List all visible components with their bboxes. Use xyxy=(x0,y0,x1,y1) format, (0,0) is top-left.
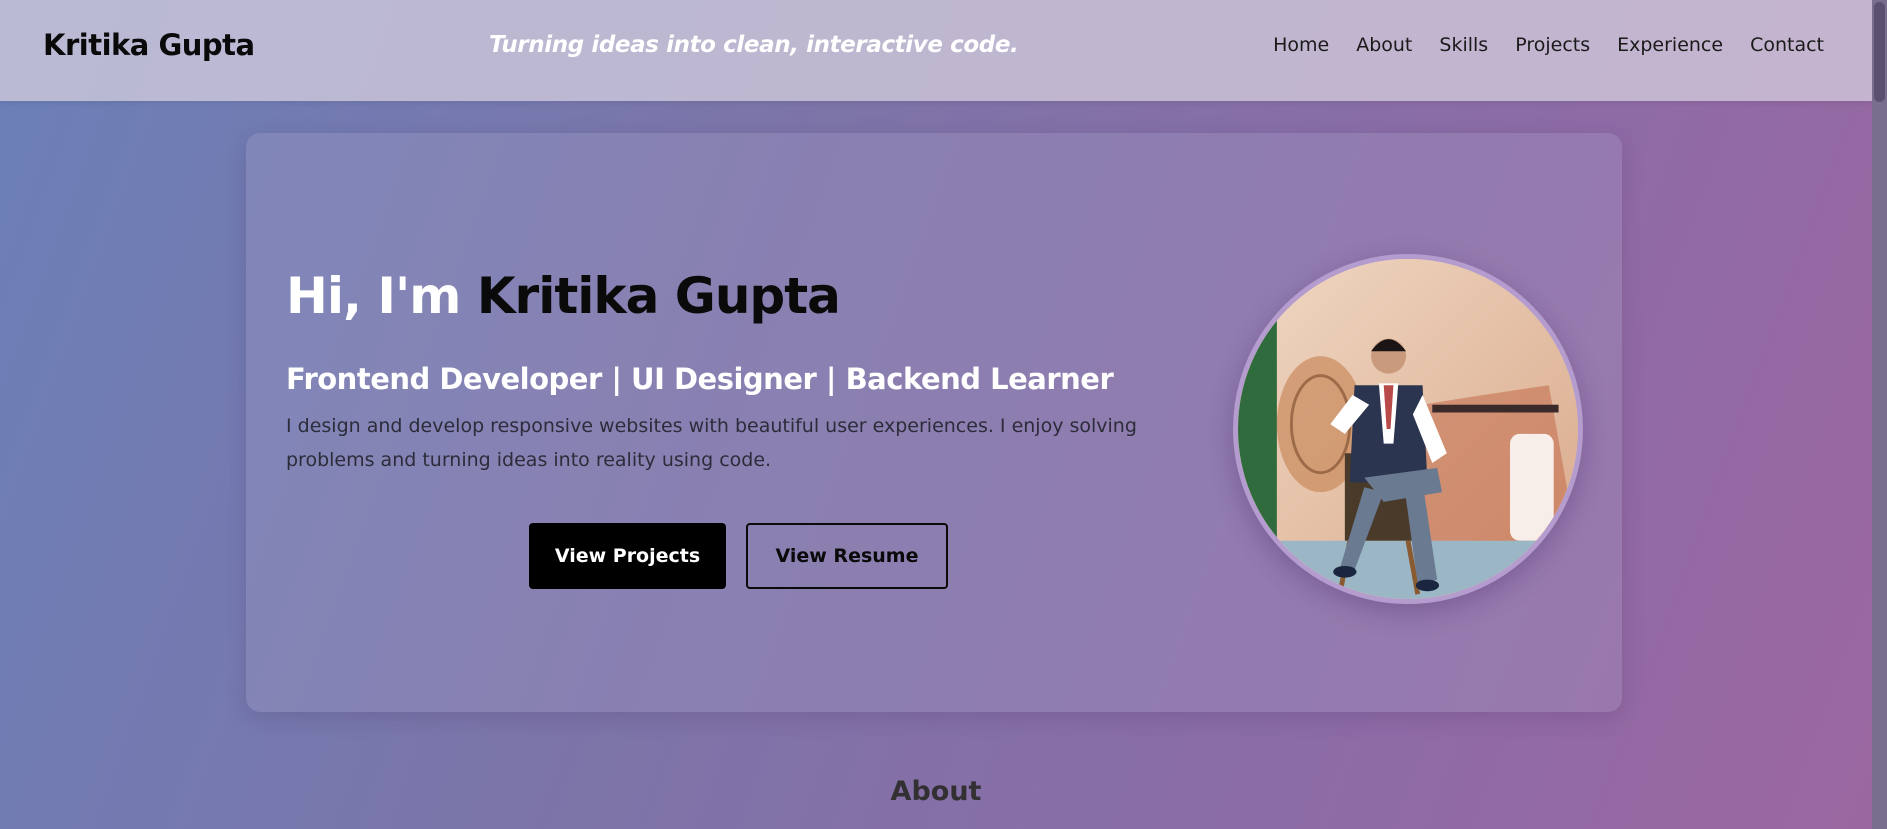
nav-skills[interactable]: Skills xyxy=(1439,34,1488,56)
nav-about[interactable]: About xyxy=(1356,34,1412,56)
profile-photo-icon xyxy=(1238,259,1578,599)
site-header: Kritika Gupta Turning ideas into clean, … xyxy=(0,0,1872,101)
view-resume-button[interactable]: View Resume xyxy=(746,523,948,589)
hero-description: I design and develop responsive websites… xyxy=(286,415,1137,471)
view-projects-button[interactable]: View Projects xyxy=(529,523,726,589)
profile-photo xyxy=(1233,254,1583,604)
nav-experience[interactable]: Experience xyxy=(1617,34,1723,56)
hero-card: Hi, I'm Kritika Gupta Frontend Developer… xyxy=(246,133,1622,712)
nav-contact[interactable]: Contact xyxy=(1750,34,1824,56)
hero-subtitle: Frontend Developer | UI Designer | Backe… xyxy=(286,362,1114,396)
page-scrollbar[interactable] xyxy=(1872,0,1887,829)
header-tagline: Turning ideas into clean, interactive co… xyxy=(489,32,1019,58)
scrollbar-thumb[interactable] xyxy=(1874,2,1885,102)
main-nav: Home About Skills Projects Experience Co… xyxy=(1273,34,1824,56)
hero-title: Hi, I'm Kritika Gupta xyxy=(286,267,841,325)
nav-projects[interactable]: Projects xyxy=(1515,34,1590,56)
hero-name: Kritika Gupta xyxy=(476,267,841,325)
nav-home[interactable]: Home xyxy=(1273,34,1329,56)
brand-logo[interactable]: Kritika Gupta xyxy=(43,28,255,62)
hero-greeting: Hi, I'm xyxy=(286,267,477,325)
about-heading: About xyxy=(890,776,982,807)
